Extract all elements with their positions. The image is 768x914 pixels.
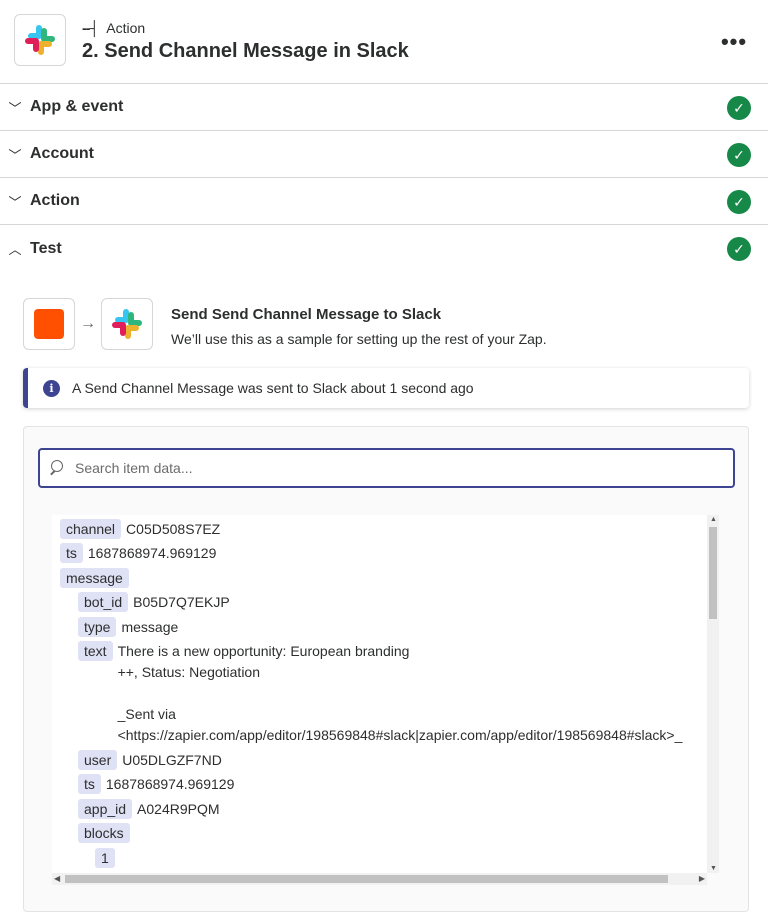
test-title: Send Send Channel Message to Slack <box>171 306 442 323</box>
chevron-down-icon: ﹀ <box>8 100 22 116</box>
item-data-tree: channel C05D508S7EZ ts 1687868974.969129 mes… <box>52 515 719 873</box>
search-input[interactable] <box>75 460 695 476</box>
action-app-tile <box>101 298 153 350</box>
check-circle-icon: ✓ <box>727 143 751 167</box>
step-title: 2. Send Channel Message in Slack <box>82 40 409 62</box>
item-data-row: app_id A024R9PQM <box>78 798 220 819</box>
horizontal-scrollbar[interactable]: ◀ ▶ <box>52 873 707 885</box>
alert-text: A Send Channel Message was sent to Slack… <box>72 380 474 396</box>
more-options-button[interactable]: ••• <box>718 28 750 56</box>
scrollbar-thumb[interactable] <box>65 875 668 883</box>
item-data-panel: channelC05D508S7EZts1687868974.969129mes… <box>23 426 749 912</box>
trigger-app-tile <box>23 298 75 350</box>
item-value: U05DLGZF7ND <box>122 752 222 768</box>
section-app-event[interactable]: ﹀ App & event ✓ <box>0 84 768 131</box>
search-box[interactable] <box>38 448 735 488</box>
section-account[interactable]: ﹀ Account ✓ <box>0 131 768 178</box>
action-step-icon: --┤ <box>82 20 99 36</box>
step-header: --┤ Action 2. Send Channel Message in Sl… <box>0 0 768 84</box>
section-label: Action <box>30 192 80 209</box>
chevron-down-icon: ﹀ <box>8 147 22 163</box>
item-key: message <box>60 567 129 588</box>
slack-icon <box>25 25 55 55</box>
scrollbar-thumb[interactable] <box>709 527 717 619</box>
zapier-orange-square <box>34 309 64 339</box>
item-value: 1687868974.969129 <box>105 776 235 793</box>
search-icon <box>50 460 66 476</box>
zap-flow: → <box>23 298 153 350</box>
section-label: App & event <box>30 98 124 115</box>
scroll-left-icon[interactable]: ◀ <box>54 874 60 883</box>
item-key: channel <box>60 519 122 539</box>
item-value: There is a new opportunity: European bra… <box>117 643 683 743</box>
item-data-row: 1 <box>95 847 120 868</box>
item-key: ts <box>60 543 83 564</box>
section-action[interactable]: ﹀ Action ✓ <box>0 178 768 225</box>
arrow-right-icon: → <box>80 315 96 332</box>
check-circle-icon: ✓ <box>727 96 751 120</box>
section-test[interactable]: ︿ Test ✓ <box>0 225 768 272</box>
section-label: Account <box>30 145 94 162</box>
step-kind: --┤ Action <box>82 20 145 36</box>
item-value: 1687868974.969129 <box>87 545 217 562</box>
item-key: blocks <box>78 823 130 844</box>
vertical-scrollbar[interactable]: ▲ ▼ <box>707 515 719 873</box>
item-value: C05D508S7EZ <box>126 521 221 537</box>
scroll-down-icon[interactable]: ▼ <box>710 865 717 872</box>
info-alert: i A Send Channel Message was sent to Sla… <box>23 368 749 408</box>
item-data-row: bot_id B05D7Q7EKJP <box>78 592 230 613</box>
test-subtitle: We’ll use this as a sample for setting u… <box>171 331 547 347</box>
item-key: bot_id <box>78 592 129 613</box>
item-value: A024R9PQM <box>137 800 220 817</box>
item-data-row: text There is a new opportunity: European… <box>78 641 682 746</box>
item-key: ts <box>78 774 101 795</box>
slack-app-tile <box>14 14 66 66</box>
chevron-up-icon: ︿ <box>8 242 22 257</box>
item-key: 1 <box>95 847 115 868</box>
item-key: type <box>78 616 117 637</box>
step-kind-label: Action <box>106 20 146 36</box>
slack-icon <box>112 309 142 339</box>
item-data-row: user U05DLGZF7ND <box>78 750 222 770</box>
scroll-up-icon[interactable]: ▲ <box>710 516 717 523</box>
check-circle-icon: ✓ <box>727 190 751 214</box>
scroll-right-icon[interactable]: ▶ <box>699 874 705 883</box>
chevron-down-icon: ﹀ <box>8 194 22 210</box>
item-key: text <box>78 641 113 661</box>
item-data-row: type message <box>78 616 179 637</box>
item-key: app_id <box>78 798 133 819</box>
check-circle-icon: ✓ <box>727 237 751 261</box>
item-data-row: blocks <box>78 823 135 844</box>
item-value: message <box>121 618 179 635</box>
item-data-row: channel C05D508S7EZ <box>60 519 220 539</box>
section-label: Test <box>30 239 62 257</box>
item-data-row: ts 1687868974.969129 <box>78 774 235 795</box>
item-data-row: message <box>60 567 134 588</box>
item-key: user <box>78 750 118 770</box>
item-value: B05D7Q7EKJP <box>133 594 230 611</box>
item-data-row: ts 1687868974.969129 <box>60 543 217 564</box>
info-icon: i <box>43 379 60 397</box>
